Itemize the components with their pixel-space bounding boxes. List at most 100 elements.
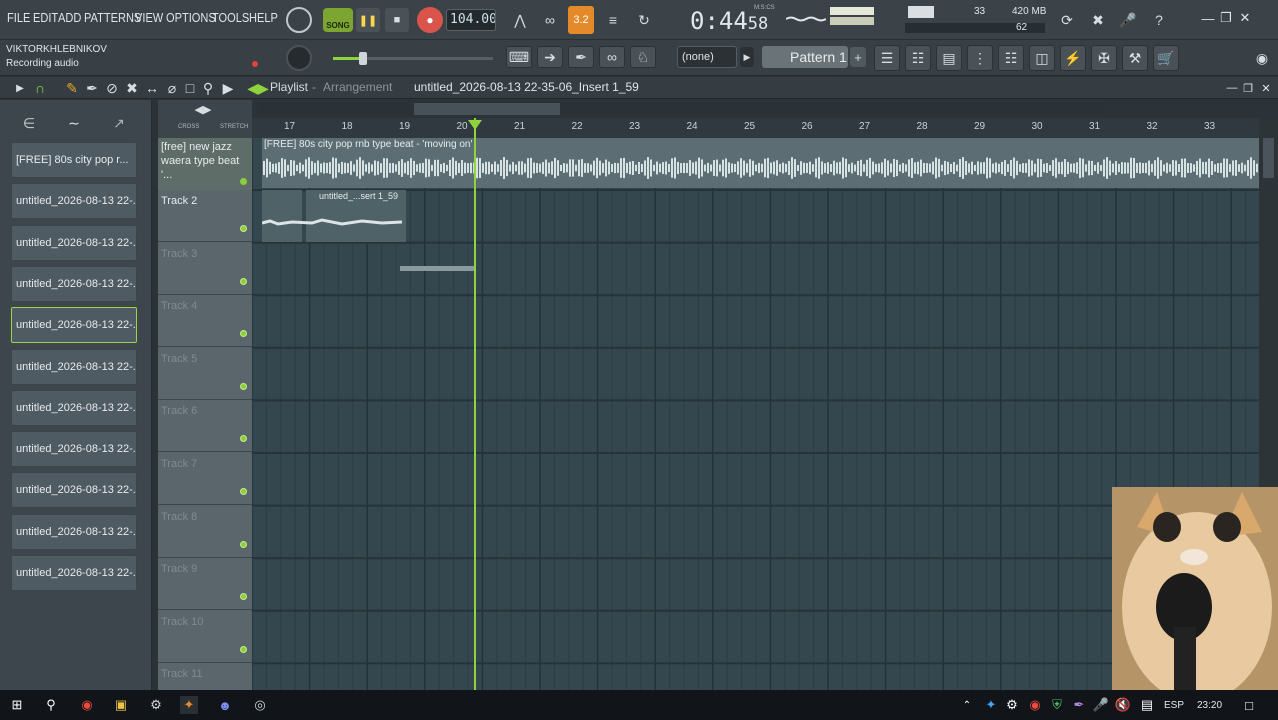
track-mute-led[interactable]: [240, 225, 247, 232]
mic-button[interactable]: 🎤: [1116, 8, 1140, 32]
record-button[interactable]: ●: [417, 7, 443, 33]
magnet-snap-button[interactable]: ∩: [32, 80, 48, 96]
pattern-picker-clip[interactable]: untitled_2026-08-13 22-...: [11, 431, 137, 468]
taskbar-fl-studio[interactable]: ✦: [180, 696, 198, 714]
shop-button[interactable]: 🛒: [1153, 45, 1179, 71]
track-mute-led[interactable]: [240, 645, 247, 653]
master-pitch-knob[interactable]: [286, 45, 312, 71]
playback-tool[interactable]: ▶: [220, 80, 236, 96]
paint-tool[interactable]: ✒: [84, 80, 100, 96]
taskbar-search-button[interactable]: ⚲: [42, 696, 60, 714]
tempo-tapper-button[interactable]: ✠: [1091, 45, 1117, 71]
menu-view[interactable]: VIEW: [135, 10, 163, 25]
playlist-arrows-button[interactable]: ◀▶: [247, 80, 269, 96]
project-button[interactable]: ◫: [1029, 45, 1055, 71]
delete-tool[interactable]: ⊘: [104, 80, 120, 96]
menu-tools[interactable]: TOOLS: [212, 10, 249, 25]
link-button[interactable]: ∞: [599, 46, 625, 68]
pattern-picker-clip[interactable]: [FREE] 80s city pop r...: [11, 142, 137, 178]
pattern-picker-clip[interactable]: untitled_2026-08-13 22-...: [11, 513, 137, 550]
stamp-button[interactable]: ♘: [630, 46, 656, 68]
tempo-display[interactable]: 104.000: [446, 9, 496, 31]
zoom-tool[interactable]: ⚲: [200, 80, 216, 96]
step-edit-button[interactable]: ≡: [600, 8, 626, 32]
brush-button[interactable]: ✒: [568, 46, 594, 68]
stop-button[interactable]: ■: [385, 8, 409, 32]
pattern-prev-button[interactable]: ▶: [740, 47, 754, 67]
song-mode-button[interactable]: SONG: [323, 8, 353, 32]
minimize-button[interactable]: —: [1200, 10, 1216, 26]
track-1-header[interactable]: [free] new jazz waera type beat '...: [158, 138, 252, 190]
pattern-picker-clip[interactable]: untitled_2026-08-13 22-...: [11, 472, 137, 509]
picker-automation-button[interactable]: ↗: [108, 114, 130, 132]
mute-tool[interactable]: ✖: [124, 80, 140, 96]
taskbar-explorer[interactable]: ▣: [112, 696, 130, 714]
beat-indicator[interactable]: 3.2: [568, 6, 594, 34]
track-mute-led[interactable]: [240, 593, 247, 601]
horizontal-scrollbar[interactable]: [258, 103, 1103, 115]
tray-icon-5[interactable]: ✒: [1070, 696, 1088, 714]
channel-select-dropdown[interactable]: (none): [677, 46, 737, 68]
pattern-picker-clip[interactable]: untitled_2026-08-13 22-...: [11, 183, 137, 220]
taskbar-chrome[interactable]: ◉: [78, 696, 96, 714]
playlist-maximize-button[interactable]: ❐: [1240, 80, 1256, 96]
tray-icon-2[interactable]: ⚙: [1003, 696, 1021, 714]
taskbar-obs[interactable]: ◎: [251, 696, 269, 714]
playlist-minimize-button[interactable]: —: [1224, 80, 1240, 96]
track-header[interactable]: Track 8: [158, 505, 252, 558]
volume-slider[interactable]: [333, 52, 493, 65]
playhead-marker[interactable]: [468, 120, 482, 130]
track-header[interactable]: Track 6: [158, 400, 252, 453]
track-mute-led[interactable]: [240, 540, 247, 548]
browser-button[interactable]: ☷: [998, 45, 1024, 71]
taskbar-discord[interactable]: ☻: [216, 696, 234, 714]
menu-file[interactable]: FILE: [7, 10, 30, 25]
pattern-picker-clip[interactable]: untitled_2026-08-13 22-...: [11, 555, 137, 591]
track-mute-led[interactable]: [240, 382, 247, 390]
tray-volume[interactable]: 🔇: [1114, 696, 1132, 714]
track-mute-led[interactable]: [240, 277, 247, 285]
track-header[interactable]: Track 4: [158, 295, 252, 348]
pause-button[interactable]: ❚❚: [356, 8, 380, 32]
windows-start-button[interactable]: ⊞: [8, 696, 26, 714]
loop-record-button[interactable]: ↻: [631, 8, 657, 32]
draw-tool[interactable]: ✎: [64, 80, 80, 96]
menu-help[interactable]: HELP: [249, 10, 278, 25]
tracks-zoom-icon[interactable]: ◀▶: [192, 101, 214, 117]
help-button[interactable]: ?: [1147, 8, 1171, 32]
arrow-button[interactable]: ➔: [537, 46, 563, 68]
select-tool[interactable]: □: [182, 80, 198, 96]
tray-icon-4[interactable]: ⛨: [1048, 696, 1066, 714]
mixer-button[interactable]: ⋮: [967, 45, 993, 71]
master-volume-knob[interactable]: [286, 7, 312, 33]
track-header[interactable]: Track 3: [158, 242, 252, 295]
tray-icon-3[interactable]: ◉: [1026, 696, 1044, 714]
pattern-selector[interactable]: Pattern 1: [762, 46, 848, 68]
playlist-menu-button[interactable]: ▶: [12, 80, 28, 96]
piano-roll-button[interactable]: ⌨: [506, 46, 532, 68]
channel-rack-button[interactable]: ▤: [936, 45, 962, 71]
track-header[interactable]: Track 5: [158, 347, 252, 400]
restore-button[interactable]: ❐: [1218, 10, 1234, 26]
playhead[interactable]: [474, 118, 476, 690]
menu-patterns[interactable]: PATTERNS: [84, 10, 141, 25]
close-button[interactable]: ✕: [1237, 10, 1253, 26]
wait-input-button[interactable]: ∞: [537, 8, 563, 32]
track-mute-led[interactable]: [240, 488, 247, 495]
metronome-button[interactable]: ⋀: [507, 8, 533, 32]
playlist-close-button[interactable]: ✕: [1258, 80, 1274, 96]
track-header[interactable]: Track 7: [158, 453, 252, 505]
tray-chevron[interactable]: ⌃: [958, 696, 976, 714]
online-button[interactable]: ⟳: [1055, 8, 1079, 32]
menu-edit[interactable]: EDIT: [33, 10, 58, 25]
news-button[interactable]: ◉: [1252, 48, 1272, 68]
menu-add[interactable]: ADD: [58, 10, 81, 25]
track-mute-led[interactable]: [240, 435, 247, 443]
track-3-clip[interactable]: [400, 266, 474, 271]
add-pattern-button[interactable]: +: [850, 47, 866, 67]
tray-language[interactable]: ESP: [1164, 700, 1184, 711]
pattern-picker-clip[interactable]: untitled_2026-08-13 22-...: [11, 348, 137, 385]
picker-patterns-button[interactable]: ∈: [18, 114, 40, 132]
taskbar-steam[interactable]: ⚙: [147, 696, 165, 714]
tray-microphone[interactable]: 🎤: [1092, 696, 1110, 714]
